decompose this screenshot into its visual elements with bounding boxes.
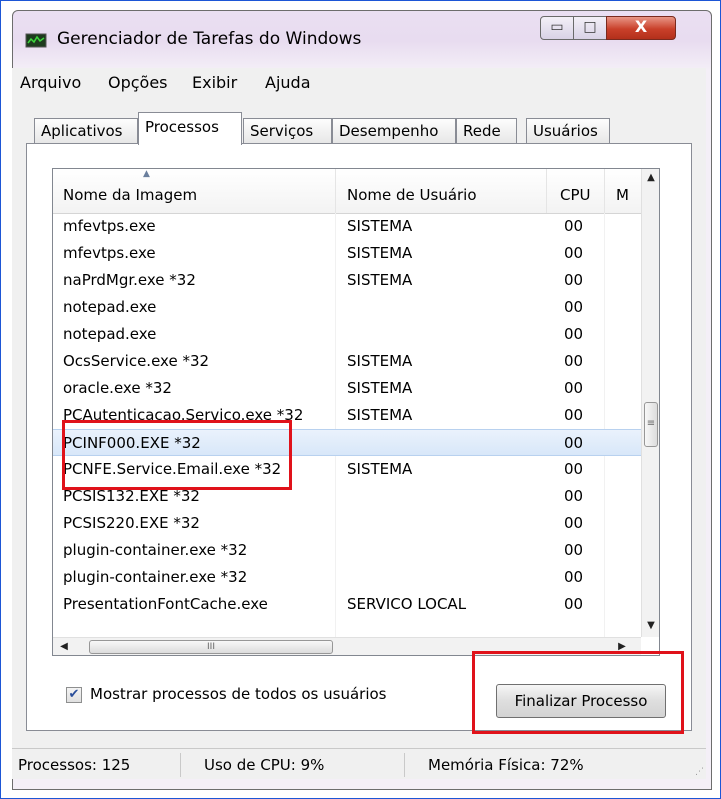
status-cpu-usage: Uso de CPU: 9%: [204, 756, 325, 774]
process-name-cell: PCSIS220.EXE *32: [63, 514, 200, 532]
highlight-selected-process: [62, 420, 292, 490]
process-user-cell: SISTEMA: [347, 271, 413, 289]
column-header-cpu[interactable]: CPU: [560, 169, 600, 213]
maximize-button[interactable]: □: [573, 16, 607, 40]
table-row[interactable]: PCSIS220.EXE *32 00: [53, 510, 641, 537]
minimize-icon: ▭: [550, 19, 564, 35]
process-name-cell: plugin-container.exe *32: [63, 541, 248, 559]
menu-ajuda[interactable]: Ajuda: [265, 73, 311, 92]
status-physical-memory: Memória Física: 72%: [428, 756, 584, 774]
process-cpu-cell: 00: [564, 352, 584, 370]
close-icon: X: [634, 17, 648, 36]
process-name-cell: PresentationFontCache.exe: [63, 595, 268, 613]
tab-aplicativos[interactable]: Aplicativos: [34, 118, 138, 144]
show-all-users-label[interactable]: Mostrar processos de todos os usuários: [90, 685, 386, 703]
status-process-count: Processos: 125: [18, 756, 131, 774]
process-cpu-cell: 00: [564, 541, 584, 559]
menu-exibir[interactable]: Exibir: [192, 73, 237, 92]
process-list[interactable]: ▲ Nome da Imagem Nome de Usuário CPU M m…: [52, 168, 660, 656]
check-icon: ✔: [68, 687, 80, 702]
menu-arquivo[interactable]: Arquivo: [20, 73, 81, 92]
status-divider: [180, 753, 181, 777]
maximize-icon: □: [583, 19, 597, 35]
menu-opcoes[interactable]: Opções: [108, 73, 168, 92]
process-cpu-cell: 00: [564, 379, 584, 397]
column-header-bar: ▲ Nome da Imagem Nome de Usuário CPU M: [53, 169, 659, 214]
process-name-cell: plugin-container.exe *32: [63, 568, 248, 586]
minimize-button[interactable]: ▭: [540, 16, 574, 40]
process-user-cell: SISTEMA: [347, 379, 413, 397]
process-cpu-cell: 00: [564, 595, 584, 613]
process-cpu-cell: 00: [564, 487, 584, 505]
tab-rede[interactable]: Rede: [456, 118, 517, 144]
process-name-cell: notepad.exe: [63, 325, 157, 343]
process-cpu-cell: 00: [564, 406, 584, 424]
process-name-cell: OcsService.exe *32: [63, 352, 210, 370]
process-cpu-cell: 00: [564, 568, 584, 586]
vertical-scrollbar[interactable]: ▲ ≡ ▼: [641, 169, 659, 637]
table-row[interactable]: notepad.exe 00: [53, 321, 641, 348]
scroll-left-icon[interactable]: ◀: [55, 638, 73, 655]
process-user-cell: SISTEMA: [347, 217, 413, 235]
show-all-users-checkbox[interactable]: ✔: [66, 687, 82, 703]
scroll-up-icon[interactable]: ▲: [642, 169, 659, 187]
process-user-cell: SISTEMA: [347, 352, 413, 370]
process-name-cell: oracle.exe *32: [63, 379, 172, 397]
process-user-cell: SERVICO LOCAL: [347, 595, 467, 613]
tab-servicos[interactable]: Serviços: [243, 118, 332, 144]
process-user-cell: SISTEMA: [347, 406, 413, 424]
process-cpu-cell: 00: [564, 298, 584, 316]
process-cpu-cell: 00: [564, 434, 584, 452]
table-row[interactable]: PresentationFontCache.exe SERVICO LOCAL 00: [53, 591, 641, 618]
column-header-image-name-label: Nome da Imagem: [63, 186, 198, 204]
status-bar: Processos: 125 Uso de CPU: 9% Memória Fí…: [12, 748, 706, 779]
table-row[interactable]: mfevtps.exe SISTEMA 00: [53, 213, 641, 240]
highlight-end-process-button: [472, 651, 684, 734]
table-row[interactable]: OcsService.exe *32 SISTEMA 00: [53, 348, 641, 375]
table-row[interactable]: oracle.exe *32 SISTEMA 00: [53, 375, 641, 402]
table-row[interactable]: plugin-container.exe *32 00: [53, 564, 641, 591]
process-name-cell: naPrdMgr.exe *32: [63, 271, 196, 289]
status-divider: [404, 753, 405, 777]
tab-processos[interactable]: Processos: [138, 112, 242, 145]
menu-bar: Arquivo Opções Exibir Ajuda: [12, 68, 706, 96]
scroll-down-icon[interactable]: ▼: [642, 617, 659, 635]
process-cpu-cell: 00: [564, 244, 584, 262]
tab-usuarios[interactable]: Usuários: [526, 118, 610, 144]
table-row[interactable]: notepad.exe 00: [53, 294, 641, 321]
title-bar[interactable]: Gerenciador de Tarefas do Windows ▭ □ X: [13, 11, 711, 61]
tab-desempenho[interactable]: Desempenho: [332, 118, 456, 144]
column-header-image-name[interactable]: ▲ Nome da Imagem: [63, 169, 335, 213]
process-name-cell: mfevtps.exe: [63, 217, 156, 235]
process-name-cell: mfevtps.exe: [63, 244, 156, 262]
table-row[interactable]: naPrdMgr.exe *32 SISTEMA 00: [53, 267, 641, 294]
vertical-scroll-thumb[interactable]: ≡: [644, 402, 658, 447]
task-manager-app-icon: [25, 33, 47, 48]
column-header-memory[interactable]: M: [616, 169, 636, 213]
column-divider[interactable]: [546, 169, 547, 213]
sort-ascending-icon: ▲: [143, 169, 150, 179]
process-cpu-cell: 00: [564, 460, 584, 478]
table-row[interactable]: plugin-container.exe *32 00: [53, 537, 641, 564]
column-divider[interactable]: [335, 169, 336, 213]
process-cpu-cell: 00: [564, 325, 584, 343]
process-name-cell: notepad.exe: [63, 298, 157, 316]
process-cpu-cell: 00: [564, 271, 584, 289]
table-row[interactable]: mfevtps.exe SISTEMA 00: [53, 240, 641, 267]
process-cpu-cell: 00: [564, 514, 584, 532]
process-user-cell: SISTEMA: [347, 244, 413, 262]
resize-grip-icon[interactable]: ⋰: [695, 767, 704, 777]
close-button[interactable]: X: [606, 16, 676, 40]
process-user-cell: SISTEMA: [347, 460, 413, 478]
process-cpu-cell: 00: [564, 217, 584, 235]
window-title: Gerenciador de Tarefas do Windows: [57, 29, 362, 49]
horizontal-scroll-thumb[interactable]: III: [89, 640, 333, 654]
column-header-user-name[interactable]: Nome de Usuário: [347, 169, 537, 213]
column-divider[interactable]: [604, 169, 605, 213]
